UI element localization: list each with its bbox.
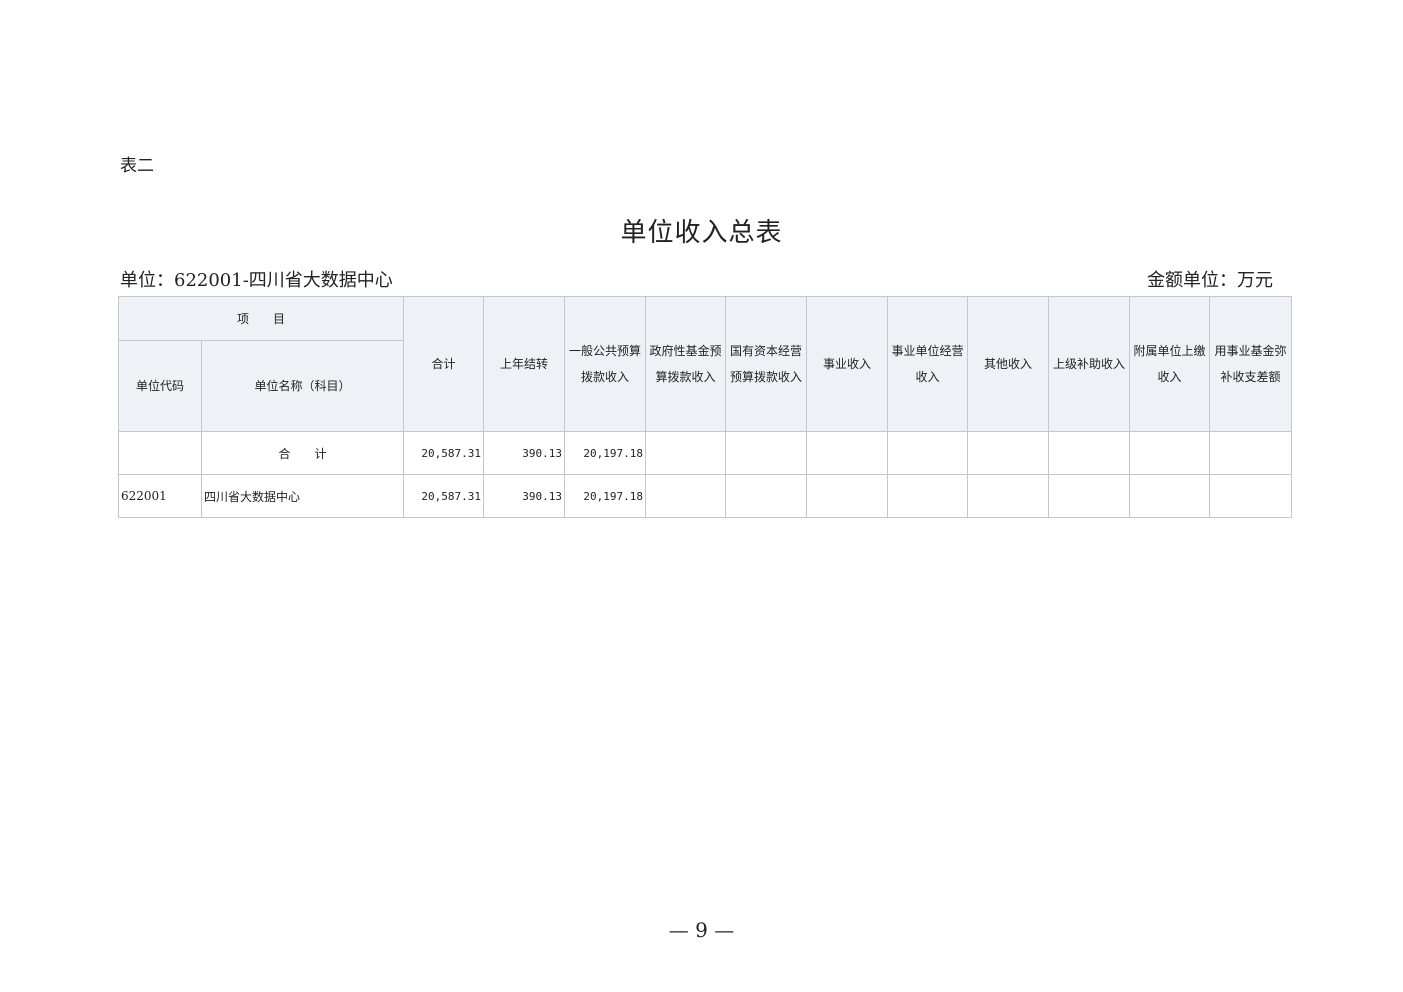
cell-other-income [967, 431, 1050, 475]
cell-state-capital [725, 474, 808, 518]
cell-gov-fund [645, 474, 727, 518]
cell-fund-offset [1209, 431, 1293, 475]
header-total: 合计 [403, 296, 485, 432]
page-title: 单位收入总表 [620, 218, 783, 248]
header-affiliated-remittance: 附属单位上缴收入 [1129, 296, 1211, 432]
header-fund-balance-offset: 用事业基金弥补收支差额 [1209, 296, 1293, 432]
header-other-income: 其他收入 [967, 296, 1050, 432]
cell-affiliated-remittance [1129, 474, 1211, 518]
amount-unit: 金额单位：万元 [1147, 270, 1273, 291]
cell-total: 20,587.31 [403, 474, 485, 518]
header-business-income: 事业收入 [806, 296, 889, 432]
header-gov-fund-budget: 政府性基金预算拨款收入 [645, 296, 727, 432]
cell-carryover: 390.13 [483, 431, 566, 475]
row-code: 622001 [118, 474, 202, 518]
cell-state-capital [725, 431, 808, 475]
cell-total: 20,587.31 [403, 431, 485, 475]
header-project: 项 目 [117, 296, 405, 341]
header-state-capital-budget: 国有资本经营预算拨款收入 [725, 296, 808, 432]
cell-gov-fund [645, 431, 727, 475]
row-name: 合 计 [200, 431, 405, 475]
row-name: 四川省大数据中心 [200, 474, 405, 518]
cell-business-income [806, 431, 889, 475]
cell-operating-income [887, 474, 969, 518]
cell-fund-offset [1209, 474, 1293, 518]
header-unit-name: 单位名称（科目） [200, 340, 405, 432]
header-superior-subsidy: 上级补助收入 [1048, 296, 1131, 432]
cell-superior-subsidy [1048, 474, 1131, 518]
header-unit-code: 单位代码 [118, 340, 202, 432]
cell-carryover: 390.13 [483, 474, 566, 518]
cell-superior-subsidy [1048, 431, 1131, 475]
page-number: — 9 — [668, 918, 735, 942]
header-operating-income: 事业单位经营收入 [887, 296, 969, 432]
cell-other-income [967, 474, 1050, 518]
cell-affiliated-remittance [1129, 431, 1211, 475]
row-code [118, 431, 202, 475]
cell-operating-income [887, 431, 969, 475]
header-prior-year-carryover: 上年结转 [483, 296, 566, 432]
unit-line: 单位：622001-四川省大数据中心 [120, 270, 393, 291]
header-general-budget: 一般公共预算拨款收入 [564, 296, 647, 432]
table-row: 622001 四川省大数据中心 20,587.31 390.13 20,197.… [118, 474, 1293, 518]
table-number: 表二 [120, 156, 154, 176]
table-row: 合 计 20,587.31 390.13 20,197.18 [118, 431, 1293, 475]
income-table: 项 目 合计 上年结转 一般公共预算拨款收入 政府性基金预算拨款收入 国有资本经… [117, 296, 1293, 518]
cell-general-budget: 20,197.18 [564, 431, 647, 475]
cell-general-budget: 20,197.18 [564, 474, 647, 518]
cell-business-income [806, 474, 889, 518]
